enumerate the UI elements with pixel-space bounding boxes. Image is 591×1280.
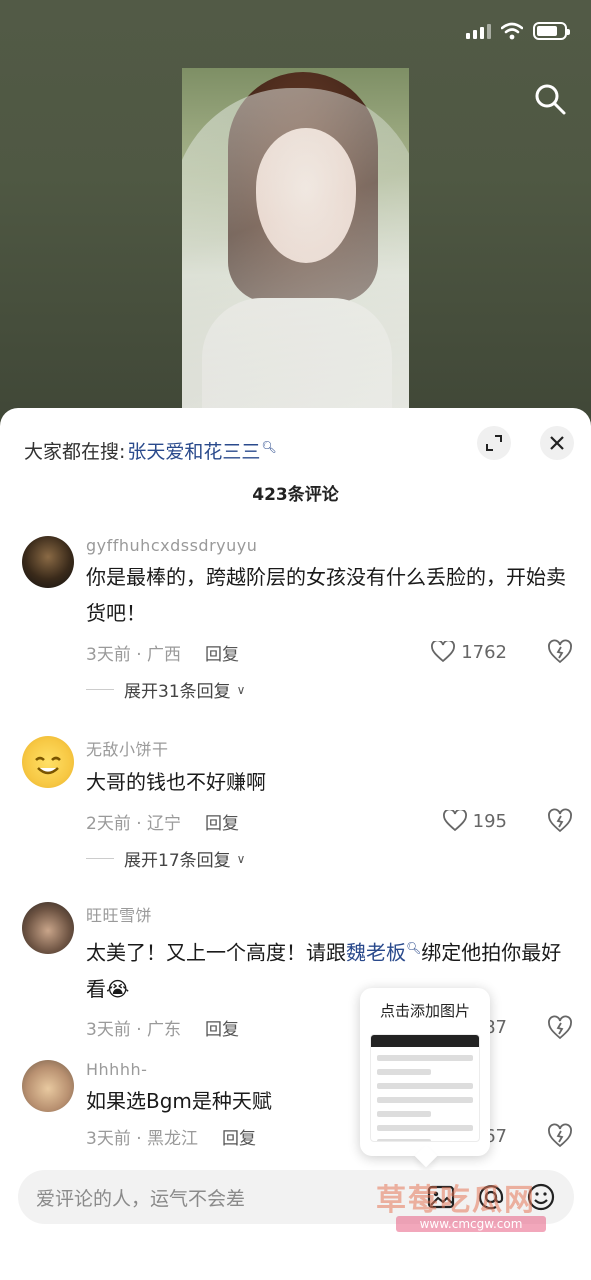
search-icon[interactable] <box>533 82 567 116</box>
at-icon[interactable] <box>476 1182 506 1212</box>
comment-text[interactable]: 大哥的钱也不好赚啊 <box>86 764 573 800</box>
emoji-avatar-face <box>35 756 61 775</box>
dislike-icon[interactable] <box>547 1123 573 1149</box>
avatar[interactable] <box>22 902 74 954</box>
like-button[interactable]: 1762 <box>431 641 507 663</box>
dislike-icon[interactable] <box>547 808 573 834</box>
close-icon <box>550 436 564 450</box>
emoji-icon[interactable] <box>526 1182 556 1212</box>
add-image-popup[interactable]: 点击添加图片 <box>360 988 490 1156</box>
chevron-down-icon: ∨ <box>236 682 246 697</box>
expand-replies-button[interactable]: 展开17条回复 ∨ <box>86 846 573 871</box>
image-icon[interactable] <box>426 1182 456 1212</box>
video-background[interactable] <box>0 0 591 440</box>
like-button[interactable]: 195 <box>442 810 507 832</box>
battery-icon <box>533 22 570 40</box>
trending-label: 大家都在搜: <box>24 440 126 463</box>
comment-input-placeholder[interactable]: 爱评论的人，运气不会差 <box>36 1184 245 1211</box>
reply-button[interactable]: 回复 <box>205 1015 239 1040</box>
trending-keyword[interactable]: 张天爱和花三三 <box>127 441 260 463</box>
trending-keyword-link[interactable]: 张天爱和花三三🔍︎ <box>125 437 276 464</box>
status-bar <box>466 22 570 40</box>
comment-time-location: 3天前 · 广东 <box>86 1020 182 1041</box>
divider <box>86 858 114 859</box>
comment-text[interactable]: 如果选Bgm是种天赋 <box>86 1083 573 1119</box>
chevron-down-icon: ∨ <box>236 851 246 866</box>
dislike-icon[interactable] <box>547 639 573 665</box>
avatar[interactable] <box>22 1060 74 1112</box>
heart-icon <box>442 810 467 832</box>
comment-item: 无敌小饼干 大哥的钱也不好赚啊 2天前 · 辽宁 回复 195 展开17条回复 … <box>22 736 573 871</box>
like-count: 195 <box>472 810 507 832</box>
comment-meta: 3天前 · 广西 回复 1762 <box>86 639 573 665</box>
comment-keyword-link[interactable]: 魏老板 <box>346 941 406 965</box>
search-icon: 🔍︎ <box>406 941 422 955</box>
dislike-icon[interactable] <box>547 1015 573 1041</box>
comment-meta: 3天前 · 广东 回复 87 <box>86 1015 573 1041</box>
expand-icon <box>486 435 502 451</box>
video-thumbnail[interactable] <box>182 68 409 413</box>
expand-button[interactable] <box>477 426 511 460</box>
comment-username[interactable]: Hhhhh- <box>86 1060 573 1079</box>
comment-username[interactable]: 无敌小饼干 <box>86 736 573 760</box>
like-count: 1762 <box>461 641 507 663</box>
reply-button[interactable]: 回复 <box>205 809 239 834</box>
reply-button[interactable]: 回复 <box>222 1124 256 1149</box>
close-button[interactable] <box>540 426 574 460</box>
comment-text-part: 太美了！又上一个高度！请跟 <box>86 940 346 965</box>
avatar[interactable] <box>22 736 74 788</box>
reply-button[interactable]: 回复 <box>205 640 239 665</box>
expand-replies-button[interactable]: 展开31条回复 ∨ <box>86 677 573 702</box>
comment-meta: 2天前 · 辽宁 回复 195 <box>86 808 573 834</box>
comment-item: Hhhhh- 如果选Bgm是种天赋 3天前 · 黑龙江 回复 67 <box>22 1060 573 1160</box>
comment-username[interactable]: gyffhuhcxdssdryuyu <box>86 536 573 555</box>
comment-time-location: 3天前 · 广西 <box>86 644 182 665</box>
wifi-icon <box>501 22 523 40</box>
input-actions <box>426 1182 556 1212</box>
video-image-veil <box>182 88 409 413</box>
divider <box>86 689 114 690</box>
signal-icon <box>466 23 491 39</box>
comment-item: 旺旺雪饼 太美了！又上一个高度！请跟魏老板🔍︎绑定他拍你最好看😭 3天前 · 广… <box>22 902 573 1040</box>
expand-replies-label[interactable]: 展开31条回复 <box>124 677 231 702</box>
avatar[interactable] <box>22 536 74 588</box>
comment-input[interactable]: 爱评论的人，运气不会差 <box>18 1170 574 1224</box>
heart-icon <box>431 641 456 663</box>
popup-title: 点击添加图片 <box>379 1002 470 1020</box>
expand-replies-label[interactable]: 展开17条回复 <box>124 846 231 871</box>
comment-item: gyffhuhcxdssdryuyu 你是最棒的，跨越阶层的女孩没有什么丢脸的，… <box>22 536 573 706</box>
comment-text[interactable]: 太美了！又上一个高度！请跟魏老板🔍︎绑定他拍你最好看😭 <box>86 930 573 1007</box>
comment-text[interactable]: 你是最棒的，跨越阶层的女孩没有什么丢脸的，开始卖货吧！ <box>86 559 573 631</box>
comment-time-location: 3天前 · 黑龙江 <box>86 1128 199 1149</box>
screenshot-thumbnail[interactable] <box>370 1034 480 1142</box>
comment-time-location: 2天前 · 辽宁 <box>86 813 182 834</box>
search-icon: 🔍︎ <box>261 440 277 455</box>
comment-username[interactable]: 旺旺雪饼 <box>86 902 573 926</box>
comment-count: 423条评论 <box>252 485 339 505</box>
comment-meta: 3天前 · 黑龙江 回复 67 <box>86 1123 573 1149</box>
